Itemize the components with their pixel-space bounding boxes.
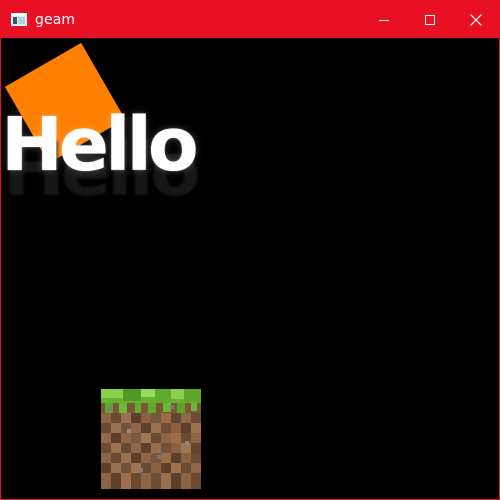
- close-button[interactable]: [453, 1, 499, 38]
- minimize-button[interactable]: [361, 1, 407, 38]
- window-title: geam: [35, 11, 76, 28]
- grass-block-icon: [101, 389, 201, 489]
- maximize-button[interactable]: [407, 1, 453, 38]
- title-bar[interactable]: geam: [1, 1, 499, 38]
- close-icon: [470, 13, 482, 26]
- window-controls: [361, 1, 499, 38]
- minimize-icon: [379, 19, 389, 21]
- hello-text: Hello: [1, 102, 199, 188]
- app-window-icon: [11, 13, 27, 26]
- maximize-icon: [425, 14, 435, 25]
- application-window: geam Hello Hello: [0, 0, 500, 500]
- game-canvas[interactable]: Hello Hello: [1, 38, 499, 499]
